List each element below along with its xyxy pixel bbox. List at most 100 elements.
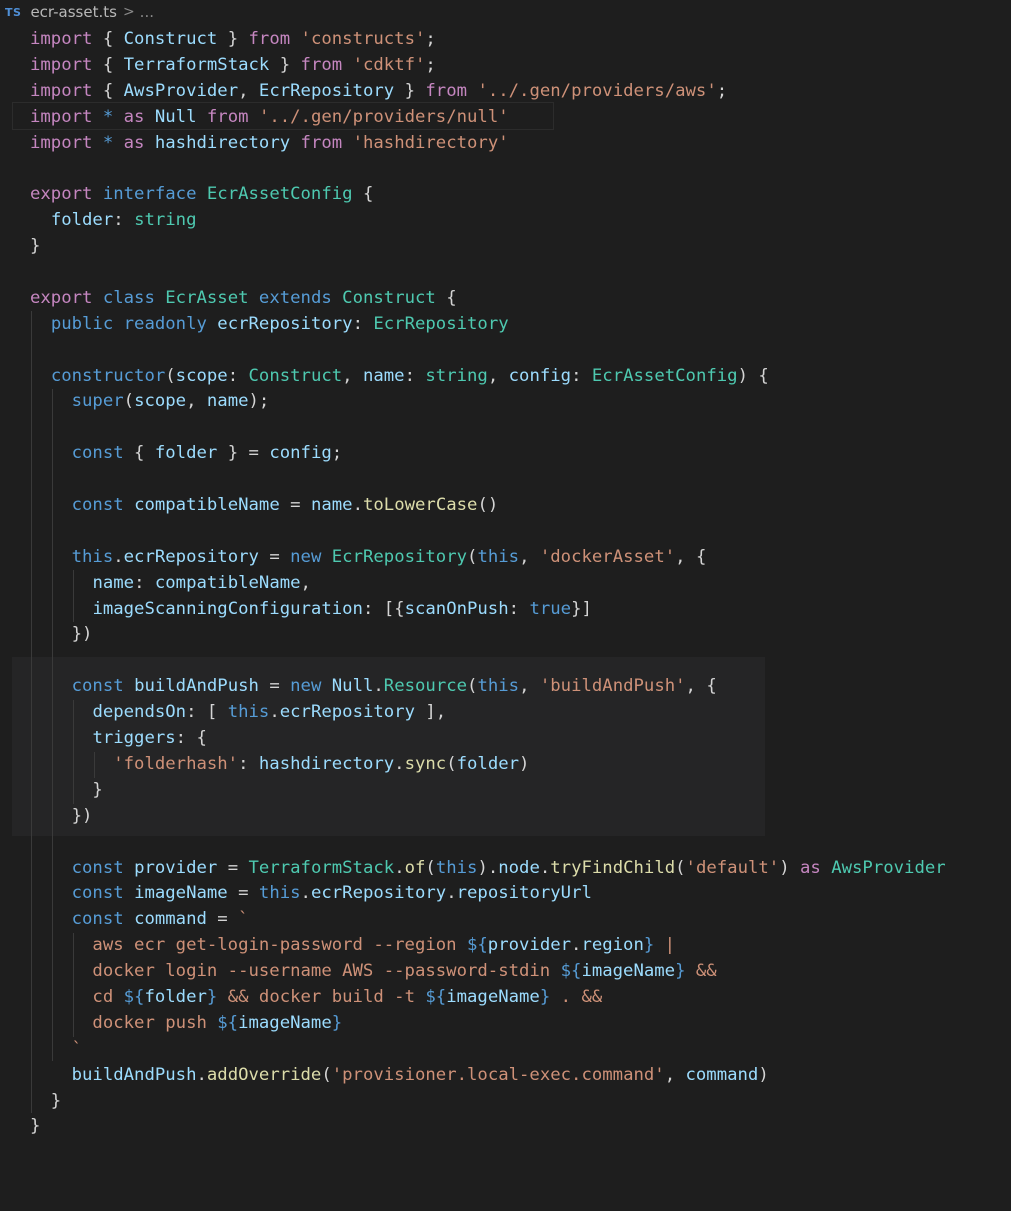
code-token: name — [92, 572, 135, 593]
code-line[interactable]: } — [30, 1114, 946, 1140]
code-line[interactable]: 'folderhash': hashdirectory.sync(folder) — [30, 752, 946, 778]
code-line[interactable]: name: compatibleName, — [30, 571, 946, 597]
code-token: compatibleName — [154, 572, 301, 593]
code-line[interactable]: const command = ` — [30, 907, 946, 933]
code-token: { — [352, 184, 374, 205]
code-line[interactable]: triggers: { — [30, 726, 946, 752]
code-token: && docker build -t — [217, 986, 426, 1007]
code-token: compatibleName — [134, 495, 280, 516]
code-token: : — [113, 210, 135, 231]
code-line[interactable]: export class EcrAsset extends Construct … — [30, 286, 946, 312]
code-token: . — [394, 753, 405, 774]
code-line[interactable]: export interface EcrAssetConfig { — [30, 182, 946, 208]
code-line[interactable]: imageScanningConfiguration: [{scanOnPush… — [30, 597, 946, 623]
code-token: this — [258, 883, 301, 904]
code-token: AwsProvider — [123, 80, 239, 101]
code-line[interactable]: import * as hashdirectory from 'hashdire… — [30, 131, 946, 157]
code-token: as — [123, 106, 145, 127]
code-line[interactable] — [30, 467, 946, 493]
code-token: 'hashdirectory' — [352, 132, 509, 153]
code-line[interactable]: } — [30, 1089, 946, 1115]
code-line[interactable]: import * as Null from '../.gen/providers… — [30, 105, 946, 131]
code-token: AwsProvider — [831, 857, 946, 878]
code-editor[interactable]: TS ecr-asset.ts > ... import { Construct… — [0, 0, 1011, 1211]
code-token: scope — [134, 391, 187, 412]
breadcrumb-symbol-path[interactable]: ... — [140, 3, 154, 21]
code-line[interactable]: buildAndPush.addOverride('provisioner.lo… — [30, 1063, 946, 1089]
code-token: class — [102, 287, 155, 308]
code-token: tryFindChild — [550, 857, 676, 878]
code-line[interactable]: constructor(scope: Construct, name: stri… — [30, 364, 946, 390]
code-line[interactable] — [30, 260, 946, 286]
code-line[interactable]: const { folder } = config; — [30, 441, 946, 467]
code-token: ecrRepository — [279, 702, 415, 723]
code-line[interactable]: public readonly ecrRepository: EcrReposi… — [30, 312, 946, 338]
code-token: 'buildAndPush' — [539, 676, 686, 697]
code-token: super — [71, 391, 124, 412]
code-line[interactable] — [30, 156, 946, 182]
code-line[interactable]: } — [30, 778, 946, 804]
code-token: : [ — [186, 702, 228, 723]
code-token: readonly — [123, 313, 207, 334]
code-line[interactable]: } — [30, 234, 946, 260]
code-line[interactable]: ` — [30, 1037, 946, 1063]
code-line[interactable] — [30, 648, 946, 674]
code-line[interactable]: this.ecrRepository = new EcrRepository(t… — [30, 545, 946, 571]
code-token: folder — [456, 753, 520, 774]
code-line[interactable]: cd ${folder} && docker build -t ${imageN… — [30, 985, 946, 1011]
code-content[interactable]: import { Construct } from 'constructs'; i… — [30, 27, 946, 1140]
code-line[interactable]: folder: string — [30, 208, 946, 234]
code-line[interactable] — [30, 338, 946, 364]
code-token: const — [71, 443, 124, 464]
code-line[interactable]: }) — [30, 622, 946, 648]
code-line[interactable]: docker login --username AWS --password-s… — [30, 959, 946, 985]
code-token: sync — [404, 753, 447, 774]
code-token: } — [539, 986, 551, 1007]
code-token: : { — [175, 728, 207, 749]
code-line[interactable] — [30, 415, 946, 441]
code-token: = — [258, 676, 291, 697]
code-token: , { — [675, 546, 707, 567]
code-token: ${ — [560, 961, 582, 982]
code-token: const — [71, 857, 124, 878]
code-line[interactable]: const compatibleName = name.toLowerCase(… — [30, 493, 946, 519]
code-token: EcrRepository — [373, 313, 509, 334]
code-line[interactable]: import { AwsProvider, EcrRepository } fr… — [30, 79, 946, 105]
code-token: ( — [675, 857, 686, 878]
code-line[interactable]: }) — [30, 804, 946, 830]
code-line[interactable]: const imageName = this.ecrRepository.rep… — [30, 881, 946, 907]
code-line[interactable]: import { TerraformStack } from 'cdktf'; — [30, 53, 946, 79]
code-line[interactable]: aws ecr get-login-password --region ${pr… — [30, 933, 946, 959]
code-line[interactable] — [30, 519, 946, 545]
code-line[interactable]: docker push ${imageName} — [30, 1011, 946, 1037]
breadcrumb[interactable]: TS ecr-asset.ts > ... — [0, 0, 154, 24]
code-line[interactable]: super(scope, name); — [30, 389, 946, 415]
code-line[interactable] — [30, 830, 946, 856]
code-token: docker push — [30, 1012, 218, 1033]
code-line[interactable]: import { Construct } from 'constructs'; — [30, 27, 946, 53]
code-line[interactable]: dependsOn: [ this.ecrRepository ], — [30, 700, 946, 726]
breadcrumb-file-name[interactable]: ecr-asset.ts — [30, 3, 117, 21]
code-line[interactable]: const provider = TerraformStack.of(this)… — [30, 856, 946, 882]
code-token: ) { — [737, 365, 769, 386]
code-token: = — [227, 883, 259, 904]
code-line[interactable]: const buildAndPush = new Null.Resource(t… — [30, 674, 946, 700]
code-token: interface — [102, 184, 197, 205]
code-token: ( — [165, 365, 176, 386]
code-token: = — [258, 546, 291, 567]
